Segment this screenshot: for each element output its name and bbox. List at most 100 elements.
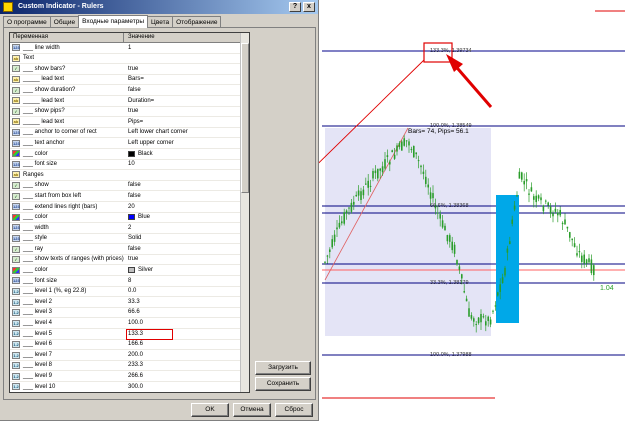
int-type-icon: 123: [12, 44, 20, 52]
param-value-cell[interactable]: false: [124, 191, 249, 201]
close-button[interactable]: x: [303, 2, 315, 12]
candle-body: [372, 171, 374, 179]
table-row[interactable]: ab _____ lead text Duration=: [10, 96, 249, 107]
param-value-cell[interactable]: 66.6: [124, 308, 249, 318]
table-row[interactable]: ___ color Black: [10, 149, 249, 160]
table-row[interactable]: ✓ ___ show pips? true: [10, 107, 249, 118]
table-row[interactable]: 123 ___ font size 8: [10, 276, 249, 287]
table-row[interactable]: 1.2 ___ level 8 233.3: [10, 361, 249, 372]
grid-scrollbar[interactable]: [240, 33, 249, 392]
param-value: 100.0: [128, 320, 144, 327]
column-header-variable[interactable]: Переменная: [10, 33, 124, 42]
param-value-cell[interactable]: Silver: [124, 265, 249, 275]
table-row[interactable]: ✓ ___ start from box left false: [10, 191, 249, 202]
column-header-value[interactable]: Значение: [124, 33, 249, 42]
table-row[interactable]: ___ color Blue: [10, 213, 249, 224]
table-row[interactable]: 123 ___ anchor to corner of rect Left lowe…: [10, 128, 249, 139]
param-name: ___ anchor to corner of rect: [23, 129, 97, 136]
param-value-cell[interactable]: 266.6: [124, 371, 249, 381]
param-value-cell[interactable]: true: [124, 255, 249, 265]
table-row[interactable]: 123 ___ font size 10: [10, 160, 249, 171]
table-row[interactable]: 123 ___ line width 1: [10, 43, 249, 54]
table-row[interactable]: 1.2 ___ level 3 66.6: [10, 308, 249, 319]
param-value-cell[interactable]: 133.3: [124, 329, 249, 341]
param-value-cell[interactable]: 8: [124, 276, 249, 286]
param-value-cell[interactable]: Left upper corner: [124, 138, 249, 148]
param-value-cell[interactable]: true: [124, 107, 249, 117]
param-value-cell[interactable]: 100.0: [124, 318, 249, 328]
tab-2[interactable]: Входные параметры: [78, 15, 149, 28]
table-row[interactable]: ✓ ___ ray false: [10, 244, 249, 255]
param-value-cell[interactable]: Black: [124, 149, 249, 159]
table-row[interactable]: ab _____ lead text Bars=: [10, 75, 249, 86]
table-row[interactable]: 1.2 ___ level 9 266.6: [10, 371, 249, 382]
color-type-icon: [12, 213, 20, 221]
candle-body: [357, 190, 360, 196]
param-value-cell[interactable]: false: [124, 85, 249, 95]
table-row[interactable]: ab Ranges: [10, 170, 249, 181]
param-value: Duration=: [128, 97, 155, 104]
table-row[interactable]: 123 ___ style Solid: [10, 234, 249, 245]
custom-indicator-dialog: Custom Indicator - Rulers ? x О программ…: [0, 0, 319, 421]
table-row[interactable]: 1.2 ___ level 2 33.3: [10, 297, 249, 308]
table-row[interactable]: 123 ___ text anchor Left upper corner: [10, 138, 249, 149]
table-row[interactable]: ___ color Silver: [10, 265, 249, 277]
table-row[interactable]: ✓ ___ show false: [10, 181, 249, 192]
table-row[interactable]: 123 ___ extend lines right (bars) 20: [10, 202, 249, 213]
cancel-button[interactable]: Отмена: [233, 403, 271, 417]
param-value-cell[interactable]: 1: [124, 43, 249, 53]
candle-body: [415, 152, 417, 155]
param-value-cell[interactable]: 33.3: [124, 297, 249, 307]
param-value-cell[interactable]: Duration=: [124, 96, 249, 106]
table-row[interactable]: 1.2 ___ level 5 133.3: [10, 329, 249, 341]
table-row[interactable]: 1.2 ___ level 6 166.6: [10, 340, 249, 351]
param-value-cell[interactable]: Bars=: [124, 75, 249, 85]
table-row[interactable]: 123 ___ width 2: [10, 223, 249, 234]
candle-body: [420, 165, 422, 168]
param-value-cell[interactable]: 2: [124, 223, 249, 233]
candle-body: [441, 220, 444, 228]
param-value-cell[interactable]: [124, 54, 249, 64]
param-value-cell[interactable]: Left lower chart corner: [124, 128, 249, 138]
param-value-cell[interactable]: 166.6: [124, 340, 249, 350]
param-value-cell[interactable]: [124, 170, 249, 180]
param-name: ___ style: [23, 235, 48, 242]
candle-body: [554, 208, 557, 212]
candle-body: [492, 310, 494, 312]
param-value-cell[interactable]: 300.0: [124, 382, 249, 392]
param-value-cell[interactable]: 20: [124, 202, 249, 212]
table-row[interactable]: 1.2 ___ level 4 100.0: [10, 318, 249, 330]
table-row[interactable]: ✓ ___ show texts of ranges (with prices) t…: [10, 255, 249, 266]
table-row[interactable]: 1.2 ___ level 10 300.0: [10, 382, 249, 392]
param-value-cell[interactable]: false: [124, 244, 249, 254]
scrollbar-thumb[interactable]: [241, 43, 249, 193]
param-value-cell[interactable]: 200.0: [124, 350, 249, 360]
table-row[interactable]: ab _____ lead text Pips=: [10, 117, 249, 128]
table-row[interactable]: ab Text: [10, 54, 249, 65]
param-value-cell[interactable]: false: [124, 181, 249, 191]
candle-body: [425, 176, 427, 184]
save-button[interactable]: Сохранить: [255, 377, 311, 391]
table-row[interactable]: ✓ ___ show bars? true: [10, 64, 249, 75]
param-name-cell: ✓ ___ show duration?: [10, 85, 124, 95]
ok-button[interactable]: OK: [191, 403, 229, 417]
param-name-cell: 123 ___ extend lines right (bars): [10, 202, 124, 212]
table-row[interactable]: 1.2 ___ level 7 200.0: [10, 350, 249, 361]
text-type-icon: ab: [12, 118, 20, 126]
load-button[interactable]: Загрузить: [255, 361, 311, 375]
title-bar[interactable]: Custom Indicator - Rulers ? x: [0, 0, 318, 14]
param-value-cell[interactable]: Blue: [124, 213, 249, 223]
param-value-cell[interactable]: Pips=: [124, 117, 249, 127]
reset-button[interactable]: Сброс: [275, 403, 313, 417]
parameters-grid[interactable]: Переменная Значение 123 ___ line width 1 ab…: [9, 32, 250, 393]
param-value-cell[interactable]: true: [124, 64, 249, 74]
param-value-cell[interactable]: 10: [124, 160, 249, 170]
candle-body: [437, 212, 439, 214]
param-value-cell[interactable]: 0.0: [124, 287, 249, 297]
table-row[interactable]: ✓ ___ show duration? false: [10, 85, 249, 96]
help-button[interactable]: ?: [289, 2, 301, 12]
param-value-cell[interactable]: 233.3: [124, 361, 249, 371]
color-type-icon: [12, 150, 20, 158]
param-value-cell[interactable]: Solid: [124, 234, 249, 244]
table-row[interactable]: 1.2 ___ level 1 (%, eg 22.8) 0.0: [10, 287, 249, 298]
